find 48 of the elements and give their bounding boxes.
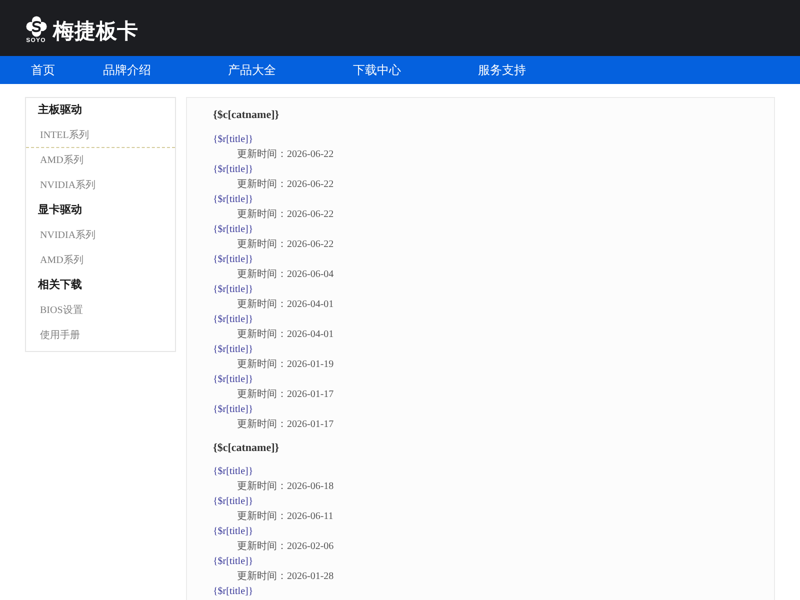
sidebar-heading: 显卡驱动 xyxy=(37,202,83,218)
article-link[interactable]: {$r[title]} xyxy=(213,342,254,357)
article-link[interactable]: {$r[title]} xyxy=(213,312,254,327)
update-time: 更新时间：2026-01-19 xyxy=(236,358,334,372)
sidebar-link[interactable]: NVIDIA系列 xyxy=(26,223,175,248)
article-link[interactable]: {$r[title]} xyxy=(213,402,254,417)
update-time: 更新时间：2026-02-06 xyxy=(236,540,334,554)
article-link[interactable]: {$r[title]} xyxy=(213,252,254,267)
article-link[interactable]: {$r[title]} xyxy=(213,192,254,207)
article-link[interactable]: {$r[title]} xyxy=(213,162,254,177)
article-link[interactable]: {$r[title]} xyxy=(213,524,254,539)
nav-link[interactable]: 首页 xyxy=(31,56,55,84)
update-time: 更新时间：2026-01-17 xyxy=(236,418,334,432)
article-link[interactable]: {$r[title]} xyxy=(213,282,254,297)
article-link[interactable]: {$r[title]} xyxy=(213,132,254,147)
sidebar-heading: 主板驱动 xyxy=(37,102,83,118)
nav-link[interactable]: 下载中心 xyxy=(353,56,401,84)
nav-link[interactable]: 服务支持 xyxy=(478,56,526,84)
sidebar-heading: 相关下载 xyxy=(36,278,83,293)
category-heading: {$c[catname]} xyxy=(213,441,280,455)
article-link[interactable]: {$r[title]} xyxy=(213,584,254,599)
nav-link[interactable]: 品牌介绍 xyxy=(103,56,151,84)
update-time: 更新时间：2026-06-22 xyxy=(236,178,334,192)
article-link[interactable]: {$r[title]} xyxy=(213,222,254,237)
sidebar-link[interactable]: NVIDIA系列 xyxy=(26,173,175,198)
article-link[interactable]: {$r[title]} xyxy=(213,494,254,509)
site-title: 梅捷板卡 xyxy=(53,20,139,44)
sidebar-link[interactable]: 使用手册 xyxy=(26,323,175,348)
update-time: 更新时间：2026-06-22 xyxy=(236,238,334,252)
logo-icon xyxy=(26,16,46,37)
update-time: 更新时间：2026-01-17 xyxy=(236,388,334,402)
update-time: 更新时间：2026-06-18 xyxy=(236,480,334,494)
sidebar-link[interactable]: AMD系列 xyxy=(26,248,175,273)
update-time: 更新时间：2026-06-22 xyxy=(236,208,334,222)
update-time: 更新时间：2026-06-22 xyxy=(236,148,334,162)
article-link[interactable]: {$r[title]} xyxy=(213,372,254,387)
sidebar-link[interactable]: AMD系列 xyxy=(26,148,175,173)
sidebar-link[interactable]: BIOS设置 xyxy=(26,298,175,323)
update-time: 更新时间：2026-01-28 xyxy=(236,570,334,584)
update-time: 更新时间：2026-06-04 xyxy=(236,268,334,282)
category-heading: {$c[catname]} xyxy=(213,108,280,122)
sidebar-link[interactable]: INTEL系列 xyxy=(26,123,175,148)
update-time: 更新时间：2026-04-01 xyxy=(236,328,334,342)
update-time: 更新时间：2026-06-11 xyxy=(236,510,334,524)
article-link[interactable]: {$r[title]} xyxy=(213,554,254,569)
nav-link[interactable]: 产品大全 xyxy=(228,56,276,84)
article-link[interactable]: {$r[title]} xyxy=(213,464,254,479)
update-time: 更新时间：2026-04-01 xyxy=(236,298,334,312)
